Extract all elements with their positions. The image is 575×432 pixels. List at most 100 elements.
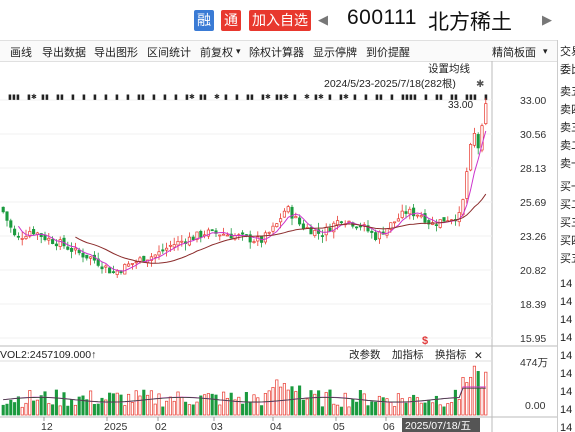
event-flag-icon[interactable]: ▮ (293, 94, 297, 101)
event-flag-icon[interactable]: ▮ (250, 94, 254, 101)
candle-body (157, 251, 161, 256)
volume-bar (393, 406, 397, 416)
switch-indicator-button[interactable]: 换指标 (435, 348, 467, 361)
toolbar-price-alert[interactable]: 到价提醒 (366, 44, 410, 60)
volume-bar (370, 401, 374, 416)
event-flag-icon[interactable]: ▮ (235, 94, 239, 101)
stock-name: 北方稀土 (428, 11, 512, 34)
event-flag-icon[interactable]: ▮ (71, 94, 75, 101)
event-flag-icon[interactable]: ▮ (163, 94, 167, 101)
order-book-label: 卖五 (560, 86, 575, 98)
special-event-icon[interactable]: $ (422, 335, 428, 347)
event-flag-icon[interactable]: ▮ (439, 94, 443, 101)
candle-body (168, 244, 172, 247)
event-flag-icon[interactable]: ▮ (203, 94, 207, 101)
volume-bar (172, 400, 176, 416)
event-flag-icon[interactable]: ▮ (224, 94, 228, 101)
close-icon[interactable]: ✕ (474, 350, 483, 362)
event-flag-icon[interactable]: ▮ (390, 94, 394, 101)
candle-body (279, 218, 283, 223)
event-flag-icon[interactable]: ▮ (413, 94, 417, 101)
price-axis: 33.00 30.56 28.13 25.69 23.26 20.82 18.39 15.95 (520, 95, 546, 345)
toolbar-show-suspension[interactable]: 显示停牌 (313, 44, 357, 60)
volume-bar (275, 379, 279, 416)
event-flag-icon[interactable]: ▮ (174, 94, 178, 101)
volume-series[interactable] (1, 365, 488, 416)
volume-zero-label: 0.00 (525, 400, 546, 412)
toolbar-draw-line[interactable]: 画线 (10, 44, 32, 60)
toolbar-range-stats[interactable]: 区间统计 (147, 44, 191, 60)
event-flag-icon[interactable]: ▮ (379, 94, 383, 101)
order-book-label: 交易 (560, 46, 575, 58)
candle-body (419, 215, 423, 218)
volume-bar (298, 385, 302, 416)
next-stock-icon[interactable]: ▶ (542, 12, 552, 28)
price-tick-label: 25.69 (520, 197, 546, 209)
event-flag-icon[interactable]: ▮ (115, 94, 119, 101)
volume-bar (358, 390, 362, 416)
event-flag-icon[interactable]: ▮ (45, 94, 49, 101)
add-indicator-button[interactable]: 加指标 (392, 348, 424, 361)
event-flag-icon[interactable]: ✱ (304, 93, 310, 101)
event-flag-icon[interactable]: ▮ (126, 94, 130, 101)
order-book-label: 买四 (560, 235, 575, 247)
volume-bar (81, 395, 85, 416)
prev-stock-icon[interactable]: ◀ (318, 12, 328, 28)
event-flag-icon[interactable]: ▮ (152, 94, 156, 101)
event-flag-icon[interactable]: ▮ (16, 94, 20, 101)
volume-bar (290, 386, 294, 416)
event-flag-icon[interactable]: ▮ (93, 94, 97, 101)
ma-settings-label[interactable]: 设置均线 (428, 62, 470, 75)
pin-icon[interactable]: ✱ (476, 79, 484, 90)
date-tick-label: 12 (41, 421, 53, 432)
volume-bar (43, 391, 47, 416)
volume-bar (446, 403, 450, 416)
event-flag-icon[interactable]: ✱ (189, 93, 195, 101)
toolbar-export-image[interactable]: 导出图形 (94, 44, 138, 60)
volume-bar (267, 390, 271, 416)
kline-chart[interactable]: 33.00 30.56 28.13 25.69 23.26 20.82 18.39 15.95… (0, 61, 557, 432)
event-flag-icon[interactable]: ✱ (265, 93, 271, 101)
volume-bar (389, 402, 393, 416)
toolbar-forward-adjust[interactable]: 前复权 (200, 44, 233, 60)
event-flag-icon[interactable]: ✱ (318, 93, 324, 101)
volume-bar (176, 391, 180, 416)
event-flag-icon[interactable]: ▮ (353, 94, 357, 101)
event-flag-icon[interactable]: ✱ (283, 93, 289, 101)
volume-bar (5, 403, 9, 416)
event-flag-icon[interactable]: ▮ (364, 94, 368, 101)
toolbar-export-data[interactable]: 导出数据 (42, 44, 86, 60)
volume-bar (396, 393, 400, 416)
candlestick-series[interactable] (1, 98, 488, 278)
forward-adjust-dropdown-icon[interactable]: ▾ (236, 46, 241, 57)
event-flag-icon[interactable]: ▮ (104, 94, 108, 101)
rong-badge[interactable]: 融 (194, 10, 214, 31)
event-flag-icon[interactable]: ✱ (31, 93, 37, 101)
event-flag-icon[interactable]: ✱ (214, 93, 220, 101)
event-flag-icon[interactable]: ▮ (328, 94, 332, 101)
candle-body (20, 238, 24, 240)
toolbar-ex-rights-calc[interactable]: 除权计算器 (249, 44, 304, 60)
event-flag-icon[interactable]: ▮ (424, 94, 428, 101)
event-flag-icon[interactable]: ▮ (82, 94, 86, 101)
volume-bar (427, 400, 431, 416)
candle-body (358, 225, 362, 228)
event-flag-icon[interactable]: ✱ (343, 93, 349, 101)
volume-bar (229, 392, 233, 416)
simple-panel-dropdown-icon[interactable]: ▾ (543, 46, 548, 57)
volume-bar (404, 402, 408, 416)
price-tick-label: 30.56 (520, 129, 546, 141)
tong-badge[interactable]: 通 (221, 10, 241, 31)
event-flag-icon[interactable]: ▮ (60, 94, 64, 101)
volume-bar (35, 399, 39, 416)
change-params-button[interactable]: 改参数 (349, 348, 381, 361)
volume-bar (438, 404, 442, 416)
add-watchlist-button[interactable]: 加入自选 (249, 10, 311, 31)
event-flag-icon[interactable]: ▮ (473, 94, 477, 101)
event-flag-icon[interactable]: ▮ (141, 94, 145, 101)
toolbar-simple-panel[interactable]: 精简板面 (492, 44, 536, 60)
volume-bar (138, 395, 142, 416)
candle-body (51, 239, 55, 244)
date-tick-label: 05 (333, 421, 345, 432)
volume-bar (203, 394, 207, 416)
